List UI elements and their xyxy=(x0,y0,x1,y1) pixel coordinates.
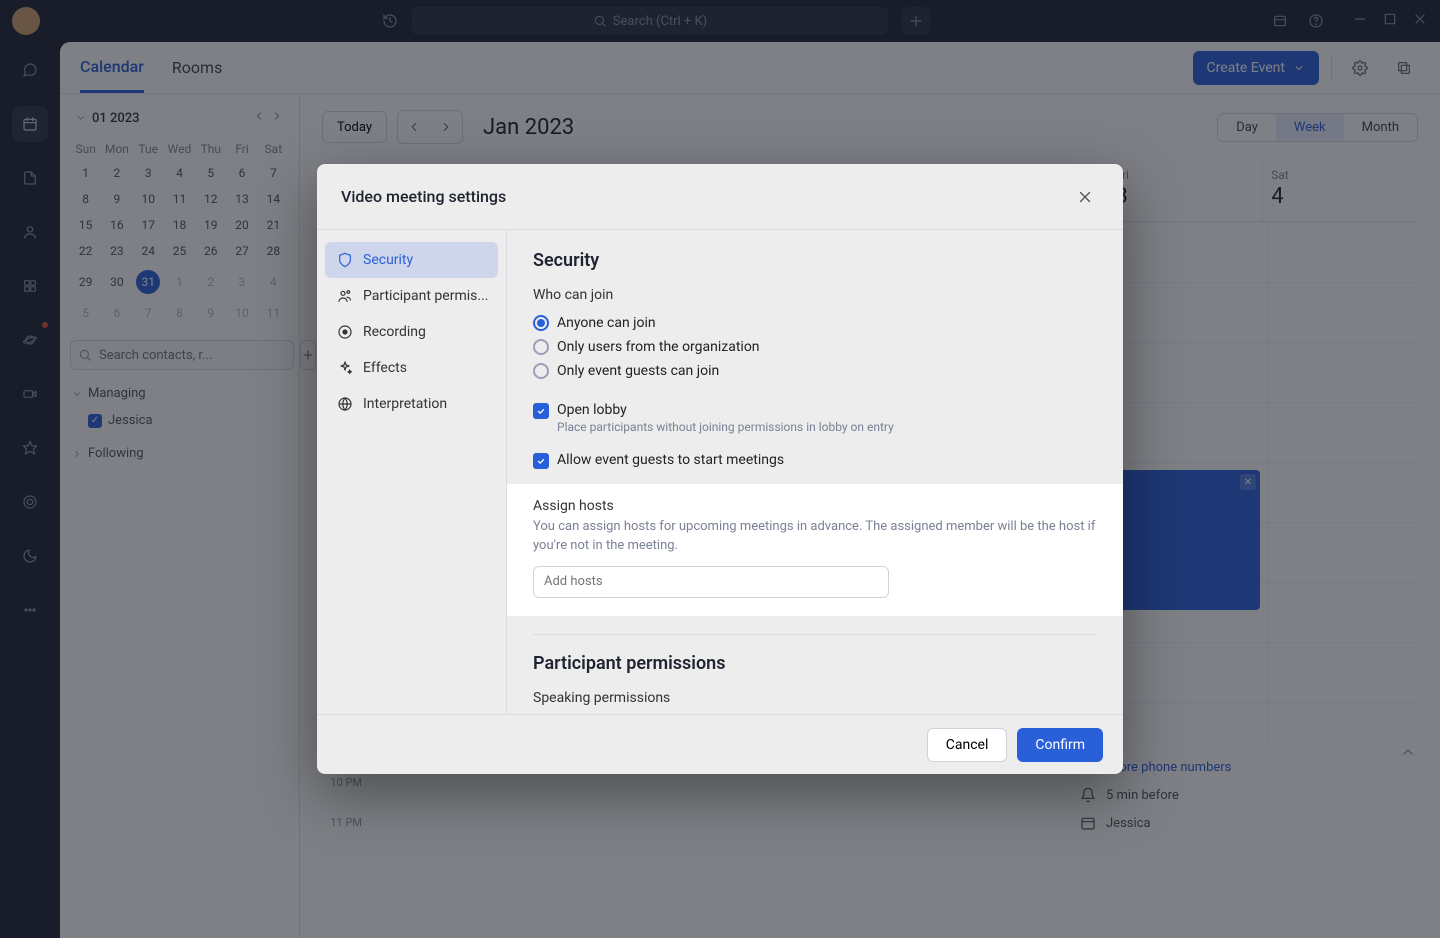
modal-content: Security Who can join Anyone can join On… xyxy=(507,230,1123,714)
assign-hosts-section: Assign hosts You can assign hosts for up… xyxy=(507,484,1123,616)
modal-title: Video meeting settings xyxy=(341,187,506,206)
permissions-heading: Participant permissions xyxy=(533,653,1097,674)
radio-anyone[interactable]: Anyone can join xyxy=(533,311,1097,335)
nav-interpretation[interactable]: Interpretation xyxy=(325,386,498,422)
speaking-permissions-label: Speaking permissions xyxy=(533,690,1097,706)
nav-security[interactable]: Security xyxy=(325,242,498,278)
checkbox-allow-guests-start[interactable]: Allow event guests to start meetings xyxy=(533,447,1097,474)
modal-close-icon[interactable] xyxy=(1071,183,1099,211)
confirm-button[interactable]: Confirm xyxy=(1017,728,1103,762)
assign-hosts-desc: You can assign hosts for upcoming meetin… xyxy=(533,518,1097,556)
cancel-button[interactable]: Cancel xyxy=(927,728,1008,762)
nav-effects[interactable]: Effects xyxy=(325,350,498,386)
modal-nav: Security Participant permis... Recording… xyxy=(317,230,507,714)
assign-hosts-label: Assign hosts xyxy=(533,498,1097,514)
modal-overlay[interactable]: Video meeting settings Security Particip… xyxy=(0,0,1440,938)
radio-org[interactable]: Only users from the organization xyxy=(533,335,1097,359)
nav-recording[interactable]: Recording xyxy=(325,314,498,350)
add-hosts-input[interactable] xyxy=(533,566,889,598)
nav-permissions[interactable]: Participant permis... xyxy=(325,278,498,314)
radio-guests[interactable]: Only event guests can join xyxy=(533,359,1097,383)
security-heading: Security xyxy=(533,250,1097,271)
video-settings-modal: Video meeting settings Security Particip… xyxy=(317,164,1123,774)
who-can-join-label: Who can join xyxy=(533,287,1097,303)
checkbox-open-lobby[interactable]: Open lobby Place participants without jo… xyxy=(533,397,1097,439)
